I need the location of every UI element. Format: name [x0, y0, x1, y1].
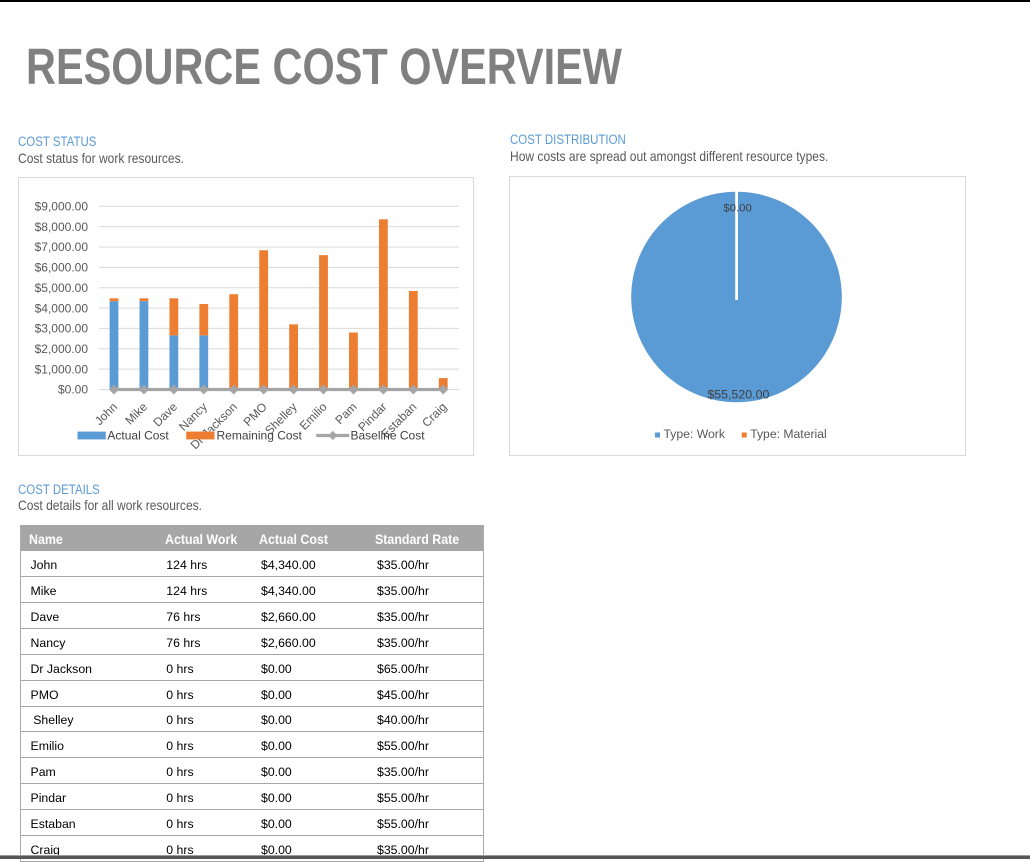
svg-text:$4,000.00: $4,000.00 — [35, 301, 89, 315]
svg-text:$6,000.00: $6,000.00 — [35, 261, 89, 275]
svg-text:$7,000.00: $7,000.00 — [35, 240, 89, 254]
svg-text:$3,000.00: $3,000.00 — [35, 322, 89, 336]
svg-text:John: John — [92, 400, 120, 428]
svg-text:$1,000.00: $1,000.00 — [35, 362, 89, 376]
svg-text:Craig: Craig — [419, 400, 449, 430]
svg-text:$8,000.00: $8,000.00 — [35, 220, 89, 234]
svg-text:$0.00: $0.00 — [58, 383, 88, 397]
svg-text:$0.00: $0.00 — [723, 203, 752, 215]
svg-text:Mike: Mike — [122, 399, 150, 427]
svg-text:$55,520.00: $55,520.00 — [707, 387, 769, 401]
svg-text:$9,000.00: $9,000.00 — [35, 200, 89, 214]
svg-text:$2,000.00: $2,000.00 — [35, 342, 89, 356]
svg-text:Type: Material: Type: Material — [750, 427, 827, 441]
svg-text:Type: Work: Type: Work — [664, 427, 726, 441]
svg-text:$5,000.00: $5,000.00 — [35, 281, 89, 295]
svg-text:Remaining Cost: Remaining Cost — [217, 429, 303, 443]
svg-text:Actual Cost: Actual Cost — [107, 429, 169, 443]
svg-text:Baseline Cost: Baseline Cost — [351, 429, 426, 443]
